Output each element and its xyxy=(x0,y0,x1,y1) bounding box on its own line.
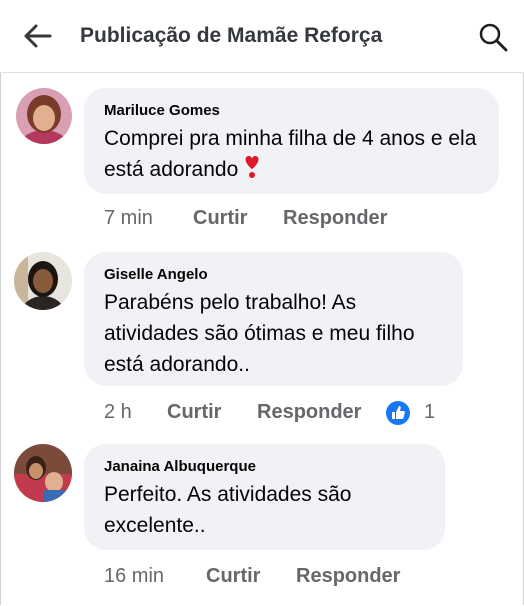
reply-button[interactable]: Responder xyxy=(296,565,400,588)
comment-text: Comprei pra minha filha de 4 anos e ela … xyxy=(104,123,479,185)
comment-author[interactable]: Giselle Angelo xyxy=(104,266,443,283)
comment-author[interactable]: Mariluce Gomes xyxy=(104,102,479,119)
comment-bubble: Giselle Angelo Parabéns pelo trabalho! A… xyxy=(84,252,463,386)
page-title: Publicação de Mamãe Reforça xyxy=(80,24,383,47)
reply-button[interactable]: Responder xyxy=(257,401,361,424)
comment-time[interactable]: 2 h xyxy=(104,401,132,424)
avatar[interactable] xyxy=(16,88,72,144)
comment-time[interactable]: 7 min xyxy=(104,207,153,230)
comment-time[interactable]: 16 min xyxy=(104,565,164,588)
top-bar: Publicação de Mamãe Reforça xyxy=(0,0,524,73)
reply-button[interactable]: Responder xyxy=(283,207,387,230)
avatar[interactable] xyxy=(14,252,72,310)
back-arrow-icon[interactable] xyxy=(24,24,52,48)
search-icon[interactable] xyxy=(478,22,508,52)
like-button[interactable]: Curtir xyxy=(206,565,260,588)
avatar[interactable] xyxy=(14,444,72,502)
like-button[interactable]: Curtir xyxy=(193,207,247,230)
comment-text-content: Comprei pra minha filha de 4 anos e ela … xyxy=(104,127,477,181)
comment-text: Parabéns pelo trabalho! As atividades sã… xyxy=(104,291,415,376)
reaction-count[interactable]: 1 xyxy=(424,401,435,424)
comment-bubble: Mariluce Gomes Comprei pra minha filha d… xyxy=(84,88,499,194)
heart-exclamation-icon xyxy=(245,156,259,178)
like-button[interactable]: Curtir xyxy=(167,401,221,424)
like-icon[interactable] xyxy=(386,401,410,425)
comment-bubble: Janaina Albuquerque Perfeito. As ativida… xyxy=(84,444,445,550)
comment-author[interactable]: Janaina Albuquerque xyxy=(104,458,425,475)
comment-text: Perfeito. As atividades são excelente.. xyxy=(104,483,352,537)
